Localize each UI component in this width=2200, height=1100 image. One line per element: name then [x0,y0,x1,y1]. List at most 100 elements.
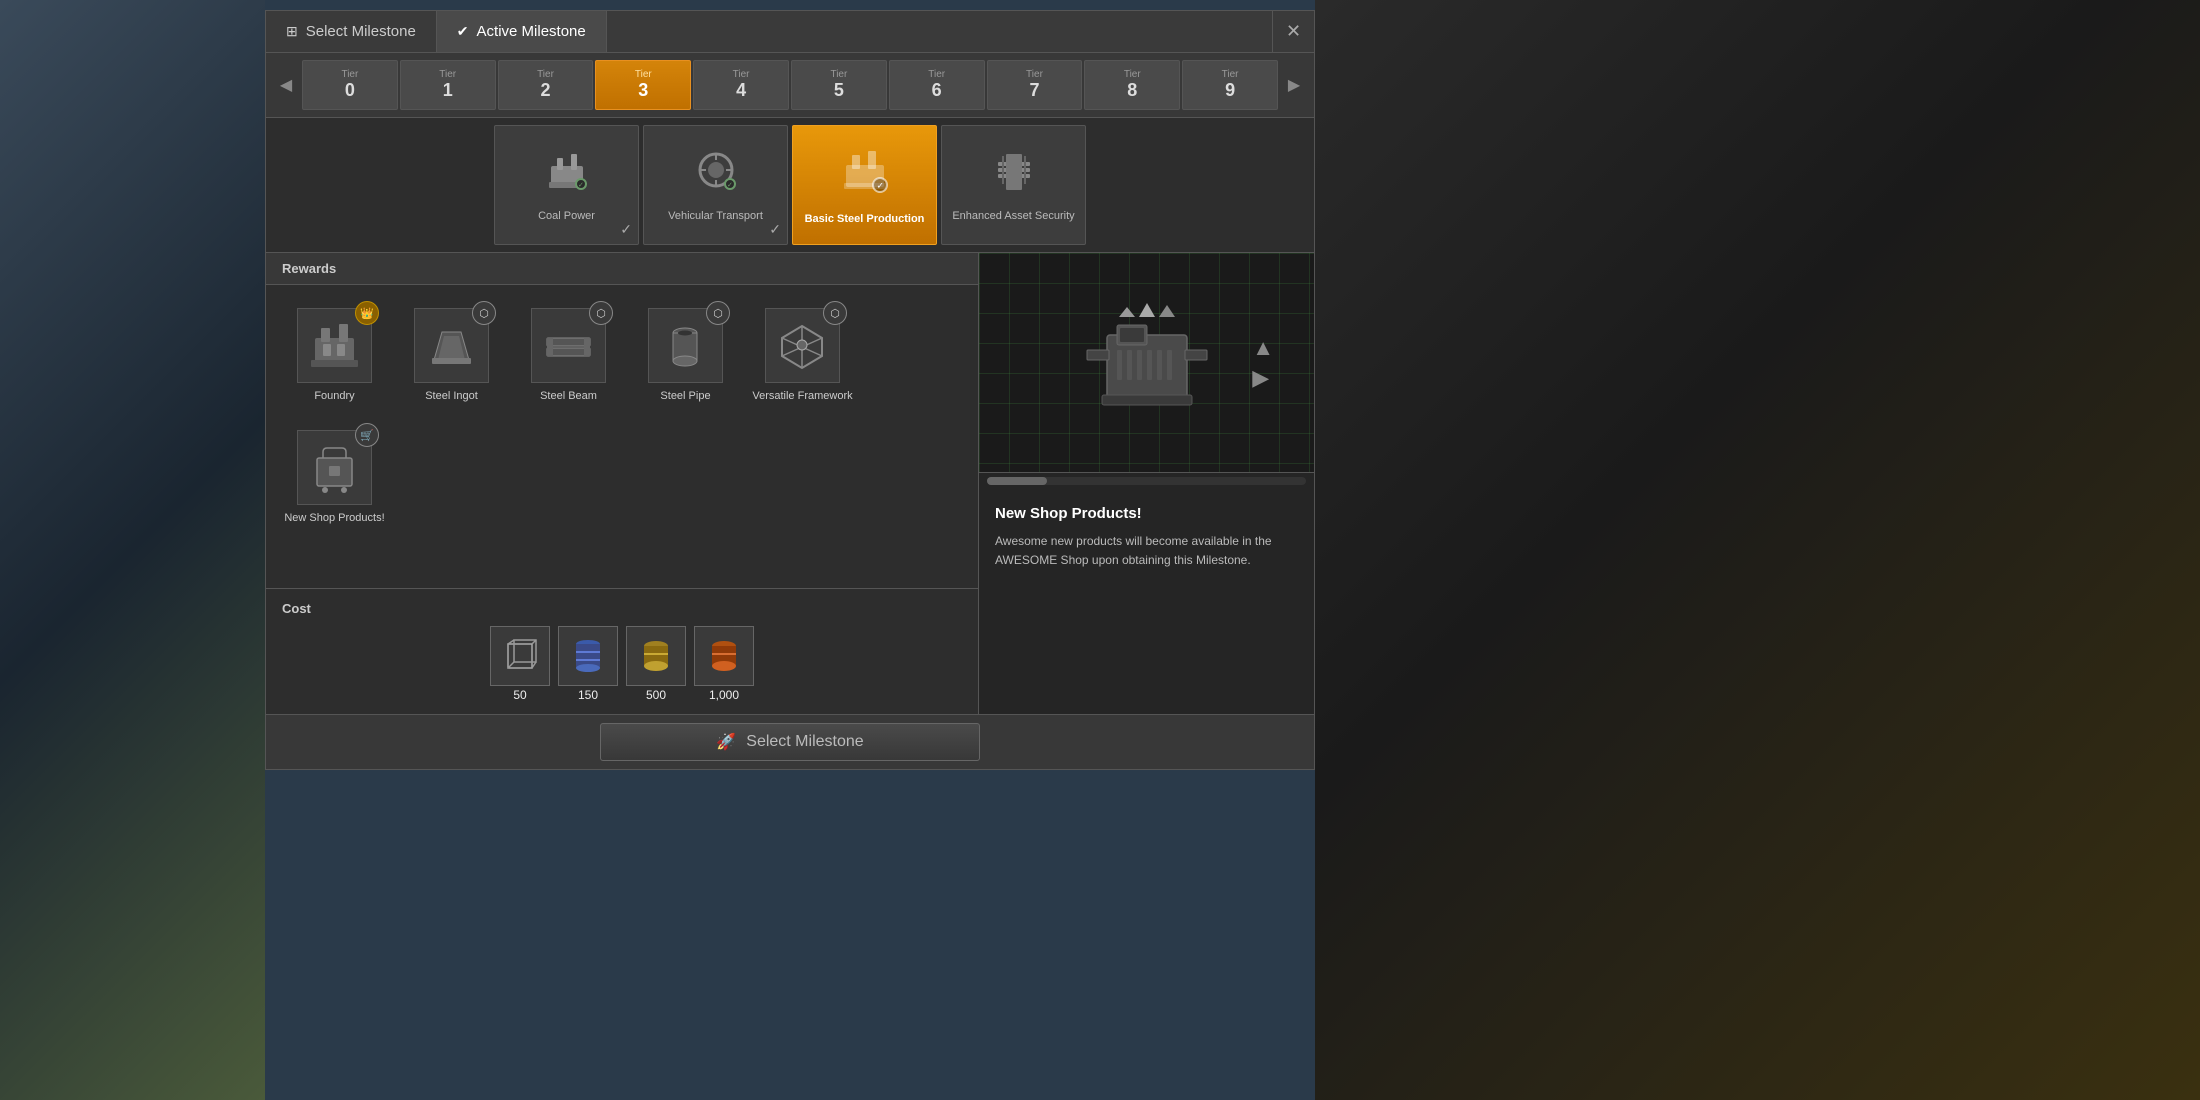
cost-icon-2 [558,626,618,686]
tier-label-9: Tier [1222,69,1239,80]
tab-active-label: Active Milestone [477,23,586,40]
steel-ingot-badge: ⬡ [472,301,496,325]
cost-icon-1 [490,626,550,686]
versatile-framework-icon-wrap: ⬡ [765,308,840,383]
milestone-card-coal-power[interactable]: ✓ Coal Power ✓ [494,125,639,245]
cost-icon-3 [626,626,686,686]
enhanced-asset-icon [990,146,1038,203]
rewards-grid: 👑 Foundry ⬡ [266,285,978,588]
milestone-row: ✓ Coal Power ✓ ✓ Vehicular Tran [266,118,1314,253]
cost-item-3: 500 [626,626,686,702]
content-area: Rewards 👑 Fou [266,253,1314,714]
cost-item-1: 50 [490,626,550,702]
tier-tab-6[interactable]: Tier 6 [889,60,985,110]
tier-num-2: 2 [540,80,550,101]
svg-text:✓: ✓ [727,182,733,189]
basic-steel-icon: ✓ [838,143,892,206]
tier-num-1: 1 [443,80,453,101]
background-right [1315,0,2200,1100]
svg-text:✓: ✓ [876,181,884,191]
cost-item-2: 150 [558,626,618,702]
steel-beam-icon [541,318,596,373]
cost-amount-3: 500 [646,688,666,702]
select-milestone-button[interactable]: 🚀 Select Milestone [600,723,980,761]
tier-row: ◀ Tier 0 Tier 1 Tier 2 Tier 3 Tier 4 [266,53,1314,118]
steel-pipe-badge: ⬡ [706,301,730,325]
rocket-icon: 🚀 [716,732,736,752]
cost-item-4: 1,000 [694,626,754,702]
bottom-bar: 🚀 Select Milestone [266,714,1314,769]
tier-tab-8[interactable]: Tier 8 [1084,60,1180,110]
coal-power-name: Coal Power [532,209,601,223]
tier-tab-4[interactable]: Tier 4 [693,60,789,110]
tier-nav-right[interactable]: ▶ [1282,73,1306,97]
coal-power-check: ✓ [620,221,632,238]
preview-description: Awesome new products will become availab… [995,532,1298,570]
reward-item-new-shop-products: 🛒 New Shop Products! [282,423,387,533]
tab-select-milestone[interactable]: ⊞ Select Milestone [266,11,437,52]
tier-tab-1[interactable]: Tier 1 [400,60,496,110]
background-left [0,0,265,1100]
tier-tab-2[interactable]: Tier 2 [498,60,594,110]
tier-tabs: Tier 0 Tier 1 Tier 2 Tier 3 Tier 4 Tier … [298,60,1282,110]
steel-pipe-name: Steel Pipe [660,389,710,403]
reward-item-steel-ingot: ⬡ Steel Ingot [399,301,504,411]
check-icon: ✔ [457,23,469,40]
basic-steel-name: Basic Steel Production [799,212,931,226]
close-icon: ✕ [1286,21,1301,42]
tier-label-3: Tier [635,69,652,80]
foundry-badge: 👑 [355,301,379,325]
preview-image: ▲ ▶ [979,253,1314,473]
steel-beam-icon-wrap: ⬡ [531,308,606,383]
versatile-framework-badge: ⬡ [823,301,847,325]
tab-select-label: Select Milestone [306,23,416,40]
steel-beam-name: Steel Beam [540,389,597,403]
vehicular-transport-check: ✓ [769,221,781,238]
cost-amount-2: 150 [578,688,598,702]
right-arrow-icon: ▶ [1252,365,1274,391]
reward-item-steel-beam: ⬡ Steel Beam [516,301,621,411]
tier-num-9: 9 [1225,80,1235,101]
milestone-card-vehicular-transport[interactable]: ✓ Vehicular Transport ✓ [643,125,788,245]
title-bar: ⊞ Select Milestone ✔ Active Milestone ✕ [266,11,1314,53]
tier-tab-7[interactable]: Tier 7 [987,60,1083,110]
tier-num-6: 6 [932,80,942,101]
tab-active-milestone[interactable]: ✔ Active Milestone [437,11,607,52]
vehicular-transport-name: Vehicular Transport [662,209,769,223]
cost-icon-4 [694,626,754,686]
steel-ingot-icon [424,318,479,373]
tier-tab-5[interactable]: Tier 5 [791,60,887,110]
rewards-section: Rewards 👑 Fou [266,253,979,714]
tier-tab-0[interactable]: Tier 0 [302,60,398,110]
tier-label-6: Tier [928,69,945,80]
preview-scrollbar-thumb [987,477,1047,485]
tier-label-4: Tier [733,69,750,80]
up-arrow-icon: ▲ [1252,335,1274,361]
tier-tab-3[interactable]: Tier 3 [595,60,691,110]
tier-label-1: Tier [439,69,456,80]
vehicular-transport-icon: ✓ [692,146,740,203]
tier-tab-9[interactable]: Tier 9 [1182,60,1278,110]
steel-pipe-icon [658,318,713,373]
svg-text:✓: ✓ [578,182,584,189]
new-shop-products-badge: 🛒 [355,423,379,447]
milestone-card-enhanced-asset-security[interactable]: Enhanced Asset Security [941,125,1086,245]
preview-scrollbar[interactable] [987,477,1306,485]
reward-item-steel-pipe: ⬡ Steel Pipe [633,301,738,411]
tier-num-7: 7 [1029,80,1039,101]
foundry-icon-wrap: 👑 [297,308,372,383]
preview-title: New Shop Products! [995,505,1298,522]
reward-item-versatile-framework: ⬡ Versatile Framework [750,301,855,411]
close-button[interactable]: ✕ [1272,11,1314,52]
tier-label-8: Tier [1124,69,1141,80]
reward-item-foundry: 👑 Foundry [282,301,387,411]
tier-num-8: 8 [1127,80,1137,101]
select-milestone-label: Select Milestone [746,733,863,751]
cost-amount-1: 50 [513,688,526,702]
tier-nav-left[interactable]: ◀ [274,73,298,97]
new-shop-products-icon [307,440,362,495]
chevron-right-icon: ▶ [1288,75,1300,95]
milestone-card-basic-steel-production[interactable]: ✓ Basic Steel Production [792,125,937,245]
preview-info: New Shop Products! Awesome new products … [979,489,1314,714]
tier-num-0: 0 [345,80,355,101]
